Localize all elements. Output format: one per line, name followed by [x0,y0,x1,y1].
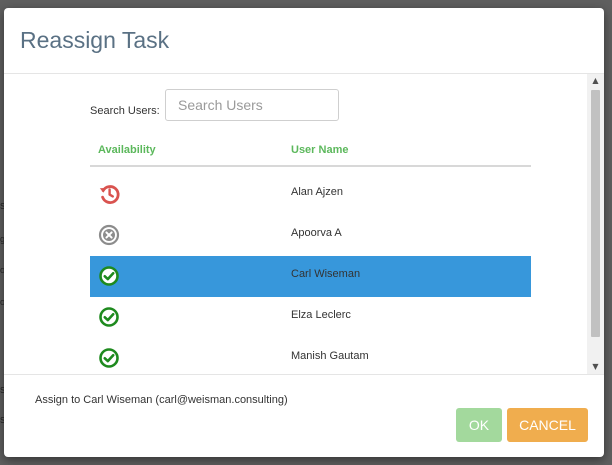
dialog-body: Search Users: Availability User Name Ala… [4,74,604,374]
reassign-task-dialog: Reassign Task Search Users: Availability… [4,8,604,457]
dialog-footer: Assign to Carl Wiseman (carl@weisman.con… [4,374,604,457]
available-icon [98,265,120,287]
user-name-cell: Carl Wiseman [291,268,361,280]
table-header-divider [90,165,531,167]
user-table-row[interactable]: Elza Leclerc [90,297,531,338]
user-table-row[interactable]: Apoorva A [90,215,531,256]
assign-summary-text: Assign to Carl Wiseman (carl@weisman.con… [35,394,288,406]
ok-button[interactable]: OK [456,408,502,442]
dialog-title: Reassign Task [20,27,170,53]
search-users-label: Search Users: [90,105,160,117]
user-name-cell: Elza Leclerc [291,309,351,321]
available-icon [98,306,120,328]
column-header-user-name[interactable]: User Name [291,144,348,156]
scroll-up-arrow-icon[interactable]: ▲ [587,74,604,88]
user-name-cell: Apoorva A [291,227,342,239]
column-header-availability[interactable]: Availability [98,144,156,156]
recent-history-icon [98,183,120,205]
scroll-down-arrow-icon[interactable]: ▼ [587,360,604,374]
available-icon [98,347,120,369]
cancel-button[interactable]: CANCEL [507,408,588,442]
user-name-cell: Alan Ajzen [291,186,343,198]
user-name-cell: Manish Gautam [291,350,369,362]
user-table-row[interactable]: Carl Wiseman [90,256,531,297]
user-table-row[interactable]: Alan Ajzen [90,174,531,215]
vertical-scrollbar[interactable]: ▲ ▼ [587,74,604,374]
unavailable-icon [98,224,120,246]
dialog-header: Reassign Task [4,8,604,74]
user-table-row[interactable]: Manish Gautam [90,338,531,374]
search-users-input[interactable] [165,89,339,121]
scrollbar-thumb[interactable] [591,90,600,337]
